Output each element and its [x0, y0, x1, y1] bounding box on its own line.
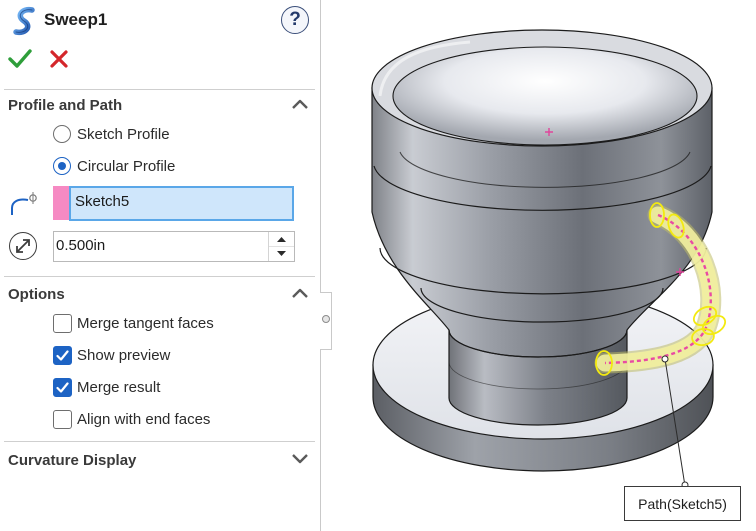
checkmark-icon[interactable] [8, 48, 32, 70]
chevron-down-icon[interactable] [290, 452, 310, 466]
show-preview-checkbox[interactable] [53, 346, 72, 365]
diameter-spinner [268, 232, 294, 261]
group-title-options: Options [8, 286, 65, 303]
spin-up-icon[interactable] [269, 232, 294, 247]
merge-tangent-faces-checkbox[interactable] [53, 314, 72, 333]
circular-profile-radio[interactable] [53, 157, 71, 175]
group-title-curvature-display: Curvature Display [8, 452, 137, 469]
sketch-profile-radio[interactable] [53, 125, 71, 143]
show-preview-label: Show preview [77, 347, 171, 364]
group-title-profile-and-path: Profile and Path [8, 97, 123, 114]
circular-profile-label: Circular Profile [77, 158, 176, 175]
graphics-viewport[interactable] [333, 0, 756, 531]
divider [4, 276, 315, 277]
sweep-feature-icon [13, 6, 35, 36]
merge-result-label: Merge result [77, 379, 161, 396]
align-with-end-faces-checkbox[interactable] [53, 410, 72, 429]
diameter-value: 0.500in [56, 237, 106, 254]
merge-result-checkbox[interactable] [53, 378, 72, 397]
panel-splitter[interactable] [320, 292, 332, 350]
divider [4, 89, 315, 90]
chevron-up-icon[interactable] [290, 286, 310, 300]
property-manager-panel: Sweep1 ? Profile and Path Sketch Profile… [0, 0, 321, 531]
sweep-path-icon [11, 192, 37, 215]
path-color-swatch [53, 186, 69, 220]
divider [4, 441, 315, 442]
path-selection-box[interactable]: Sketch5 [69, 186, 294, 221]
sketch-profile-label: Sketch Profile [77, 126, 170, 143]
align-with-end-faces-label: Align with end faces [77, 411, 211, 428]
path-callout[interactable]: Path(Sketch5) [624, 486, 741, 521]
merge-tangent-faces-label: Merge tangent faces [77, 315, 214, 332]
spin-down-icon[interactable] [269, 247, 294, 261]
diameter-input[interactable]: 0.500in [53, 231, 295, 262]
feature-title: Sweep1 [44, 10, 108, 29]
x-icon[interactable] [48, 48, 70, 70]
diameter-icon [9, 232, 37, 260]
splitter-knob[interactable] [322, 315, 330, 323]
chevron-up-icon[interactable] [290, 97, 310, 111]
help-icon[interactable]: ? [281, 6, 309, 34]
